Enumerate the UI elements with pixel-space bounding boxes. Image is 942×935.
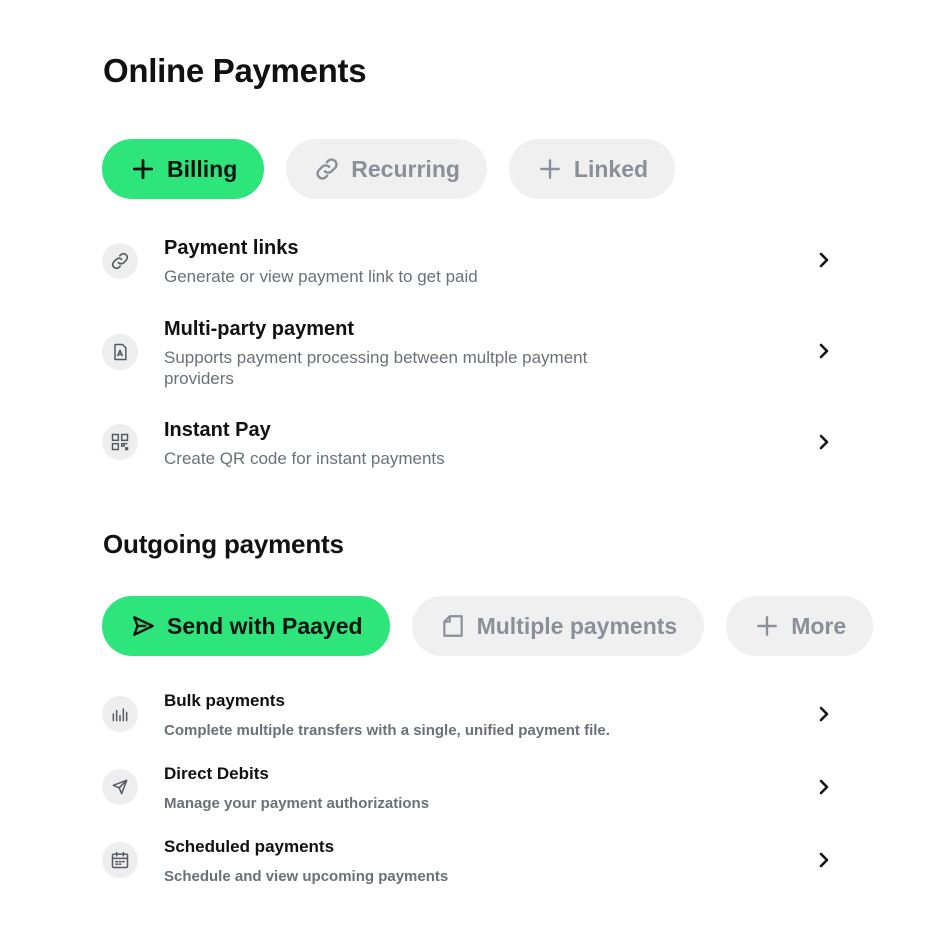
list-item-text: Payment links Generate or view payment l… xyxy=(164,236,478,287)
list-item-title: Instant Pay xyxy=(164,419,271,441)
section-title-outgoing: Outgoing payments xyxy=(103,529,344,559)
chevron-right-icon[interactable] xyxy=(812,702,836,726)
page-title: Online Payments xyxy=(103,52,367,89)
list-item-title: Direct Debits xyxy=(164,764,269,783)
file-icon xyxy=(440,613,466,639)
bar-chart-icon xyxy=(102,696,138,732)
tab-recurring-label: Recurring xyxy=(351,155,460,182)
tab-multiple-payments[interactable]: Multiple payments xyxy=(411,596,705,656)
list-item-title: Bulk payments xyxy=(164,691,285,710)
tab-more[interactable]: More xyxy=(726,596,874,656)
tab-recurring[interactable]: Recurring xyxy=(286,139,487,199)
list-item-title: Scheduled payments xyxy=(164,837,335,856)
plus-icon xyxy=(537,156,563,182)
outgoing-tabs: Send with Paayed Multiple payments More xyxy=(102,596,874,656)
list-item-text: Direct Debits Manage your payment author… xyxy=(164,764,429,814)
list-item-subtitle: Manage your payment authorizations xyxy=(164,795,430,812)
online-tabs: Billing Recurring Linked xyxy=(102,139,676,199)
link-icon xyxy=(102,243,138,279)
tab-send-with-paayed[interactable]: Send with Paayed xyxy=(102,596,390,656)
chevron-right-icon[interactable] xyxy=(812,848,836,872)
list-item-text: Bulk payments Complete multiple transfer… xyxy=(164,691,610,741)
tab-more-label: More xyxy=(791,612,847,639)
tab-linked[interactable]: Linked xyxy=(508,139,676,199)
list-item-subtitle: Create QR code for instant payments xyxy=(164,449,445,468)
list-item-subtitle: Complete multiple transfers with a singl… xyxy=(164,722,610,739)
plus-icon xyxy=(754,613,780,639)
send-icon xyxy=(102,769,138,805)
document-icon xyxy=(102,334,138,370)
tab-multiple-payments-label: Multiple payments xyxy=(476,612,678,639)
calendar-icon xyxy=(102,842,138,878)
chevron-right-icon[interactable] xyxy=(812,339,836,363)
chevron-right-icon[interactable] xyxy=(812,248,836,272)
chevron-right-icon[interactable] xyxy=(812,775,836,799)
list-item-title: Payment links xyxy=(164,237,299,259)
list-item-text: Instant Pay Create QR code for instant p… xyxy=(164,418,445,469)
send-icon xyxy=(130,613,156,639)
tab-billing-label: Billing xyxy=(167,155,238,182)
tab-billing[interactable]: Billing xyxy=(102,139,265,199)
tab-linked-label: Linked xyxy=(573,155,649,182)
list-item-subtitle: Schedule and view upcoming payments xyxy=(164,868,449,885)
chevron-right-icon[interactable] xyxy=(812,430,836,454)
list-item-text: Multi-party payment Supports payment pro… xyxy=(164,317,604,389)
qr-code-icon xyxy=(102,424,138,460)
plus-icon xyxy=(130,156,156,182)
list-item-subtitle: Supports payment processing between mult… xyxy=(164,348,588,388)
link-icon xyxy=(314,156,340,182)
list-item-text: Scheduled payments Schedule and view upc… xyxy=(164,837,448,887)
list-item-title: Multi-party payment xyxy=(164,318,355,340)
tab-send-label: Send with Paayed xyxy=(167,612,363,639)
list-item-subtitle: Generate or view payment link to get pai… xyxy=(164,267,478,286)
